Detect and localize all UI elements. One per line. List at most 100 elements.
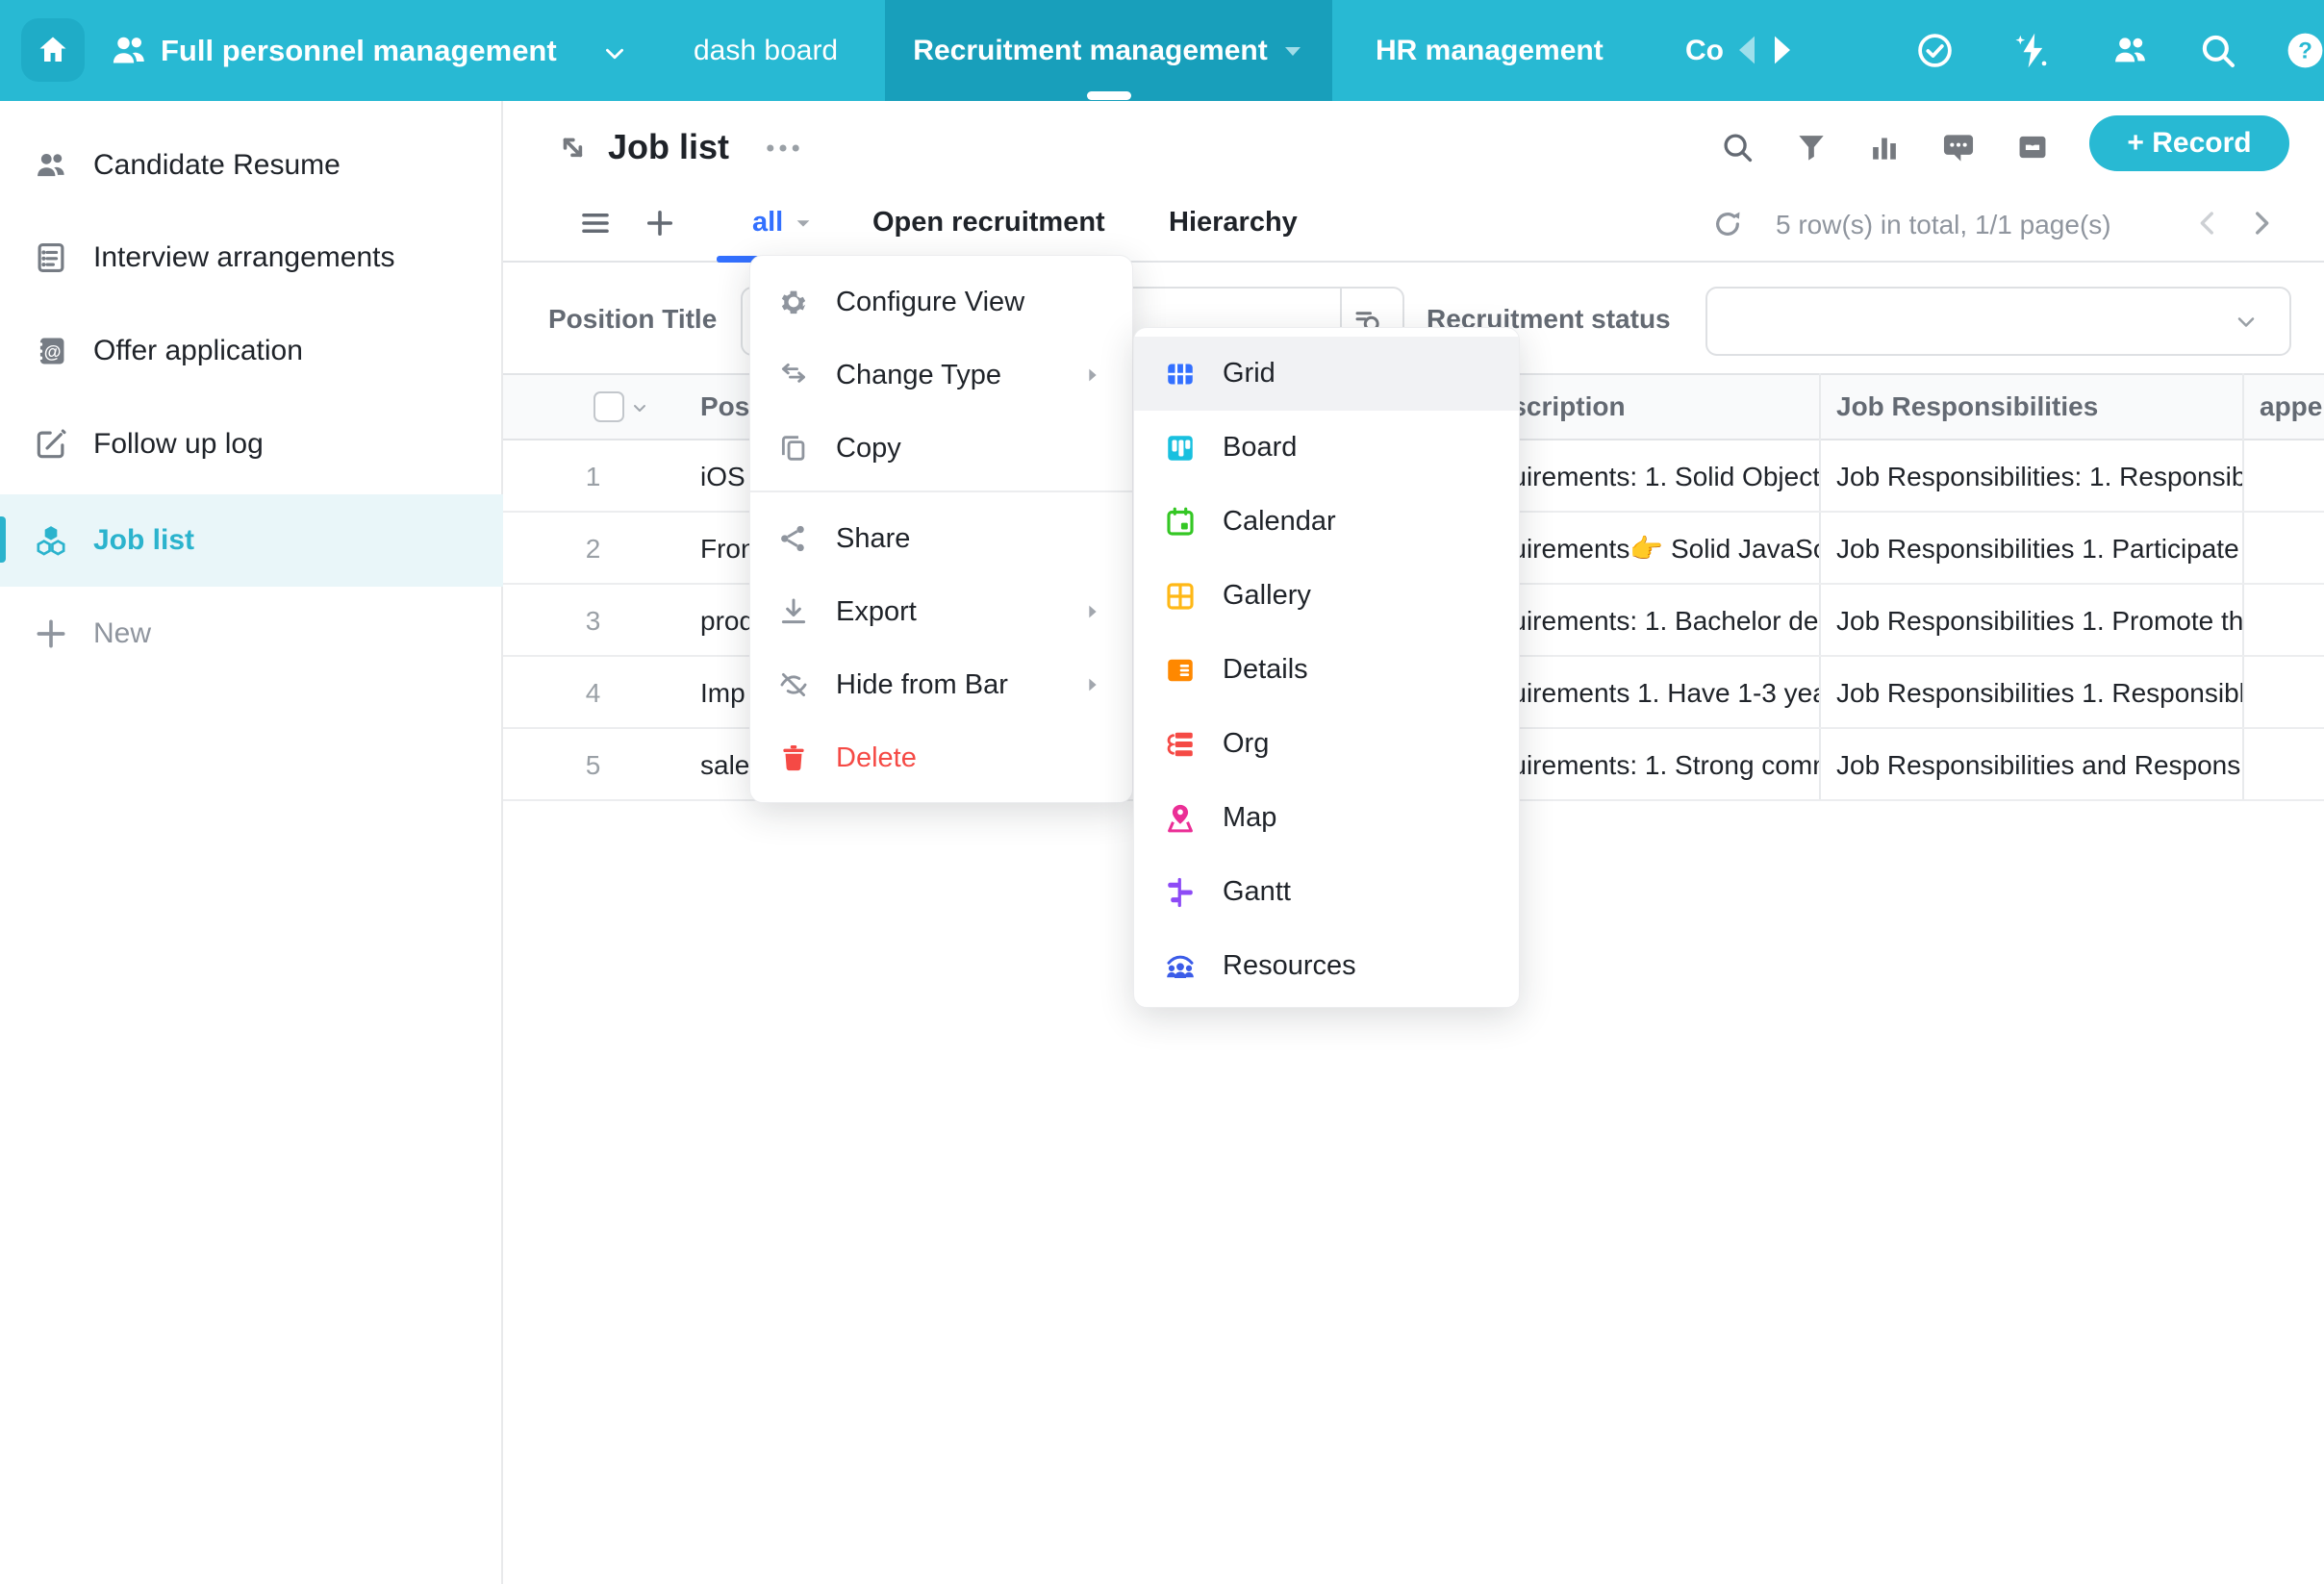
tab-recruitment-management[interactable]: Recruitment management: [885, 0, 1332, 101]
submenu-item-org[interactable]: Org: [1134, 707, 1519, 781]
tasks-check-circle-icon[interactable]: [1914, 30, 1956, 71]
add-record-button[interactable]: + Record: [2089, 115, 2289, 171]
menu-item-hide-from-bar[interactable]: Hide from Bar: [750, 648, 1132, 721]
eye-off-icon: [777, 668, 810, 701]
view-context-menu: Configure View Change Type Copy Share Ex…: [749, 255, 1133, 803]
app-title[interactable]: Full personnel management: [161, 0, 557, 101]
select-chevron-down-icon: [2233, 309, 2260, 336]
top-navigation-bar: Full personnel management dash board Rec…: [0, 0, 2324, 101]
menu-item-share[interactable]: Share: [750, 502, 1132, 575]
view-list-hamburger-icon[interactable]: [578, 206, 613, 240]
filter-funnel-icon[interactable]: [1793, 129, 1830, 165]
menu-item-label: Change Type: [836, 360, 1001, 391]
submenu-item-map[interactable]: Map: [1134, 781, 1519, 855]
tab-scroll-left-icon[interactable]: [1734, 35, 1759, 65]
details-view-icon: [1163, 653, 1198, 688]
sidebar-item-label: Offer application: [93, 335, 303, 367]
menu-item-configure-view[interactable]: Configure View: [750, 265, 1132, 339]
comment-icon[interactable]: [1940, 129, 1977, 165]
home-button[interactable]: [21, 18, 85, 82]
tab-caret-down-icon: [1281, 39, 1304, 63]
resources-view-icon: [1163, 949, 1198, 984]
menu-item-export[interactable]: Export: [750, 575, 1132, 648]
cell-job-responsibilities[interactable]: Job Responsibilities: 1. Responsible: [1819, 440, 2242, 513]
submenu-item-resources[interactable]: Resources: [1134, 929, 1519, 1003]
cell-job-responsibilities[interactable]: Job Responsibilities 1. Participate in: [1819, 513, 2242, 585]
submenu-item-gallery[interactable]: Gallery: [1134, 559, 1519, 633]
row-number: 3: [503, 585, 683, 657]
add-view-plus-icon[interactable]: [643, 206, 677, 240]
expand-view-icon[interactable]: [553, 128, 592, 166]
home-icon: [36, 33, 70, 67]
tab-recruitment-label: Recruitment management: [913, 35, 1267, 67]
tab-dash-board[interactable]: dash board: [694, 0, 838, 101]
app-title-chevron-down-icon[interactable]: [602, 41, 627, 66]
plus-icon: [33, 616, 69, 652]
view-tab-hierarchy[interactable]: Hierarchy: [1169, 207, 1298, 239]
view-search-icon[interactable]: [1719, 129, 1756, 165]
cell-job-responsibilities[interactable]: Job Responsibilities 1. Promote the: [1819, 585, 2242, 657]
menu-item-delete[interactable]: Delete: [750, 721, 1132, 794]
submenu-item-label: Org: [1223, 728, 1269, 760]
row-number: 1: [503, 440, 683, 513]
copy-icon: [777, 432, 810, 465]
submenu-item-details[interactable]: Details: [1134, 633, 1519, 707]
org-view-icon: [1163, 727, 1198, 762]
help-icon[interactable]: ?: [2285, 30, 2324, 71]
sidebar-item-new[interactable]: New: [0, 588, 503, 680]
share-icon: [777, 522, 810, 555]
gantt-view-icon: [1163, 875, 1198, 910]
submenu-item-gantt[interactable]: Gantt: [1134, 855, 1519, 929]
column-header-appendix[interactable]: appendix: [2242, 375, 2324, 439]
recruitment-status-select[interactable]: [1705, 287, 2291, 356]
sidebar-item-follow-up-log[interactable]: Follow up log: [0, 398, 503, 490]
automation-sparkle-icon[interactable]: [2011, 30, 2053, 71]
menu-item-change-type[interactable]: Change Type: [750, 339, 1132, 412]
submenu-item-board[interactable]: Board: [1134, 411, 1519, 485]
people-icon: [33, 147, 69, 184]
submenu-item-label: Grid: [1223, 358, 1276, 390]
header-checkbox-chevron-icon[interactable]: [628, 396, 651, 419]
gallery-view-icon: [1163, 579, 1198, 614]
menu-item-label: Configure View: [836, 287, 1024, 318]
active-item-indicator: [0, 516, 6, 563]
column-header-job-responsibilities[interactable]: Job Responsibilities: [1819, 375, 2242, 439]
workspace-people-icon: [108, 30, 150, 72]
menu-item-label: Export: [836, 596, 917, 628]
gear-icon: [777, 286, 810, 318]
submenu-item-grid[interactable]: Grid: [1134, 337, 1519, 411]
view-tab-open-recruitment[interactable]: Open recruitment: [872, 207, 1105, 239]
list-document-icon: [33, 239, 69, 276]
board-view-icon: [1163, 431, 1198, 465]
menu-item-label: Share: [836, 523, 910, 555]
chart-icon[interactable]: [1866, 129, 1903, 165]
chevron-down-icon: [793, 213, 814, 234]
search-icon[interactable]: [2197, 30, 2238, 71]
inbox-tray-icon[interactable]: [2014, 129, 2051, 165]
members-people-icon[interactable]: [2109, 30, 2151, 71]
trash-icon: [777, 742, 810, 774]
view-tab-all[interactable]: all: [752, 207, 814, 239]
change-type-arrows-icon: [777, 359, 810, 391]
submenu-item-calendar[interactable]: Calendar: [1134, 485, 1519, 559]
select-all-checkbox[interactable]: [594, 391, 624, 422]
sidebar-item-candidate-resume[interactable]: Candidate Resume: [0, 119, 503, 212]
refresh-icon[interactable]: [1711, 208, 1744, 240]
sidebar-item-offer-application[interactable]: @ Offer application: [0, 305, 503, 397]
menu-item-copy[interactable]: Copy: [750, 412, 1132, 485]
cell-job-responsibilities[interactable]: Job Responsibilities 1. Responsible: [1819, 657, 2242, 729]
more-options-icon[interactable]: [762, 137, 804, 160]
tab-collapsed-co[interactable]: Co: [1685, 0, 1724, 101]
view-tab-label: all: [752, 207, 783, 239]
sidebar-item-job-list[interactable]: Job list: [0, 494, 503, 587]
page-next-icon[interactable]: [2245, 207, 2278, 239]
tab-scroll-right-icon[interactable]: [1770, 35, 1795, 65]
svg-text:@: @: [44, 342, 62, 362]
tab-hr-management[interactable]: HR management: [1376, 0, 1604, 101]
submenu-item-label: Gantt: [1223, 876, 1291, 908]
cell-job-responsibilities[interactable]: Job Responsibilities and Responsibilitie…: [1819, 729, 2242, 801]
hexagon-cluster-icon: [33, 522, 69, 559]
menu-divider: [750, 490, 1132, 492]
sidebar-item-interview-arrangements[interactable]: Interview arrangements: [0, 212, 503, 304]
page-previous-icon[interactable]: [2191, 207, 2224, 239]
